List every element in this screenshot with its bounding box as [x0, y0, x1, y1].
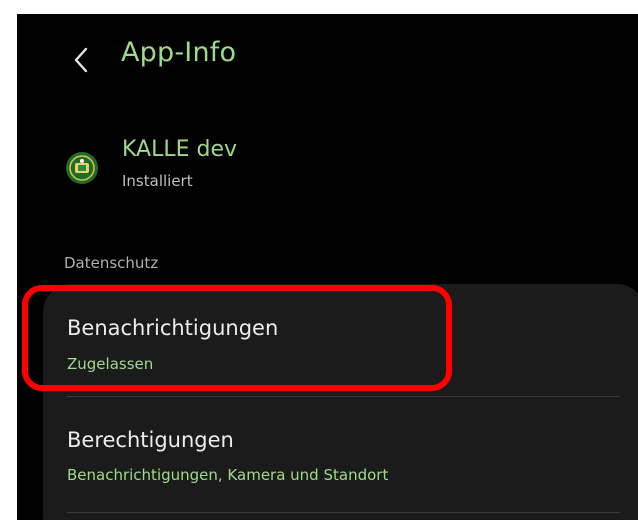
app-logo-icon [66, 152, 98, 184]
list-item-title: Berechtigungen [67, 428, 234, 452]
header-bar: App-Info [17, 14, 638, 94]
app-info-screen: App-Info KALLE dev Installiert Datenschu… [17, 14, 638, 520]
divider [67, 512, 620, 513]
app-name: KALLE dev [122, 137, 238, 162]
chevron-left-icon [74, 47, 88, 73]
list-item-permissions[interactable]: Berechtigungen Benachrichtigungen, Kamer… [43, 399, 638, 514]
app-summary: KALLE dev Installiert [17, 132, 638, 212]
app-status: Installiert [122, 172, 193, 190]
list-item-subtitle: Benachrichtigungen, Kamera und Standort [67, 466, 389, 484]
back-button[interactable] [61, 40, 101, 80]
divider [67, 396, 620, 397]
section-label-privacy: Datenschutz [64, 254, 159, 272]
privacy-card: Benachrichtigungen Zugelassen Berechtigu… [43, 284, 638, 520]
list-item-title: Benachrichtigungen [67, 316, 279, 340]
list-item-notifications[interactable]: Benachrichtigungen Zugelassen [43, 284, 638, 399]
list-item-subtitle: Zugelassen [67, 355, 154, 373]
page-title: App-Info [121, 37, 237, 68]
